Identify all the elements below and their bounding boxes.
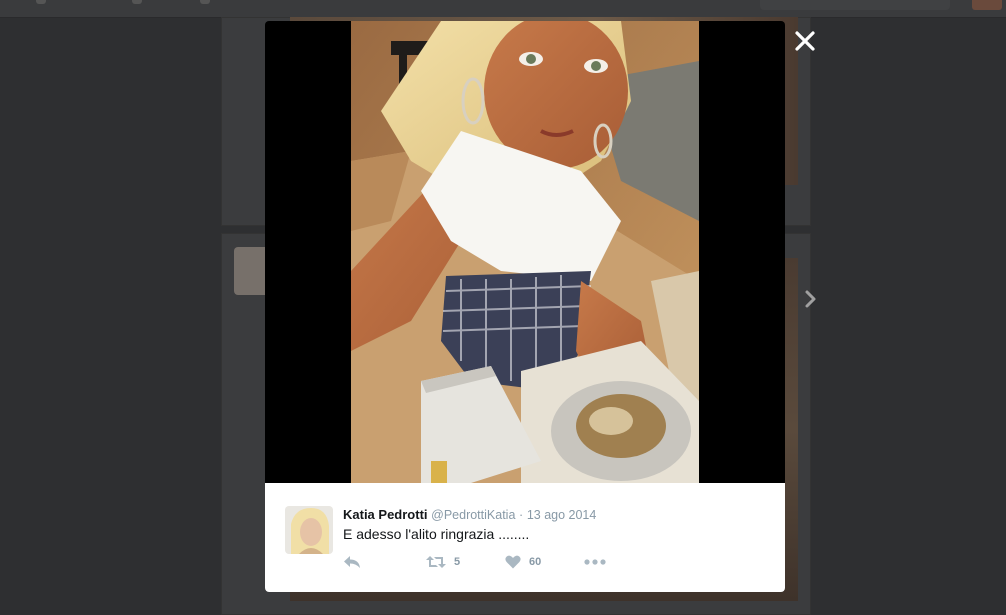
close-button[interactable]: [792, 28, 818, 54]
next-media-button[interactable]: [801, 287, 821, 311]
background-nav-icon: [132, 0, 142, 4]
tweet-header: Katia Pedrotti @PedrottiKatia · 13 ago 2…: [343, 506, 596, 524]
retweet-button[interactable]: 5: [426, 551, 460, 573]
separator: ·: [519, 508, 524, 522]
heart-icon: [505, 555, 521, 569]
retweet-icon: [426, 556, 446, 568]
background-nav-icon: [200, 0, 210, 4]
tweet-actions: 5 60: [343, 551, 763, 573]
tweet-photo: [351, 21, 699, 483]
background-search: [760, 0, 950, 10]
author-name[interactable]: Katia Pedrotti: [343, 507, 428, 522]
tweet-details: Katia Pedrotti @PedrottiKatia · 13 ago 2…: [265, 483, 785, 592]
tweet-date[interactable]: 13 ago 2014: [527, 508, 597, 522]
author-handle[interactable]: @PedrottiKatia: [431, 508, 515, 522]
like-count: 60: [529, 556, 542, 568]
media-modal: Katia Pedrotti @PedrottiKatia · 13 ago 2…: [265, 21, 785, 592]
close-icon: [795, 31, 815, 51]
more-button[interactable]: [584, 551, 606, 573]
tweet-text: E adesso l'alito ringrazia ........: [343, 526, 530, 542]
avatar-image: [285, 506, 333, 554]
reply-icon: [344, 556, 360, 568]
selfie-photo: [351, 21, 699, 483]
background-user-avatar: [972, 0, 1002, 10]
background-nav-icon: [36, 0, 46, 4]
reply-button[interactable]: [343, 551, 361, 573]
chevron-right-icon: [805, 290, 816, 308]
retweet-count: 5: [454, 556, 461, 568]
avatar[interactable]: [285, 506, 333, 554]
more-icon: [584, 559, 606, 565]
like-button[interactable]: 60: [505, 551, 541, 573]
